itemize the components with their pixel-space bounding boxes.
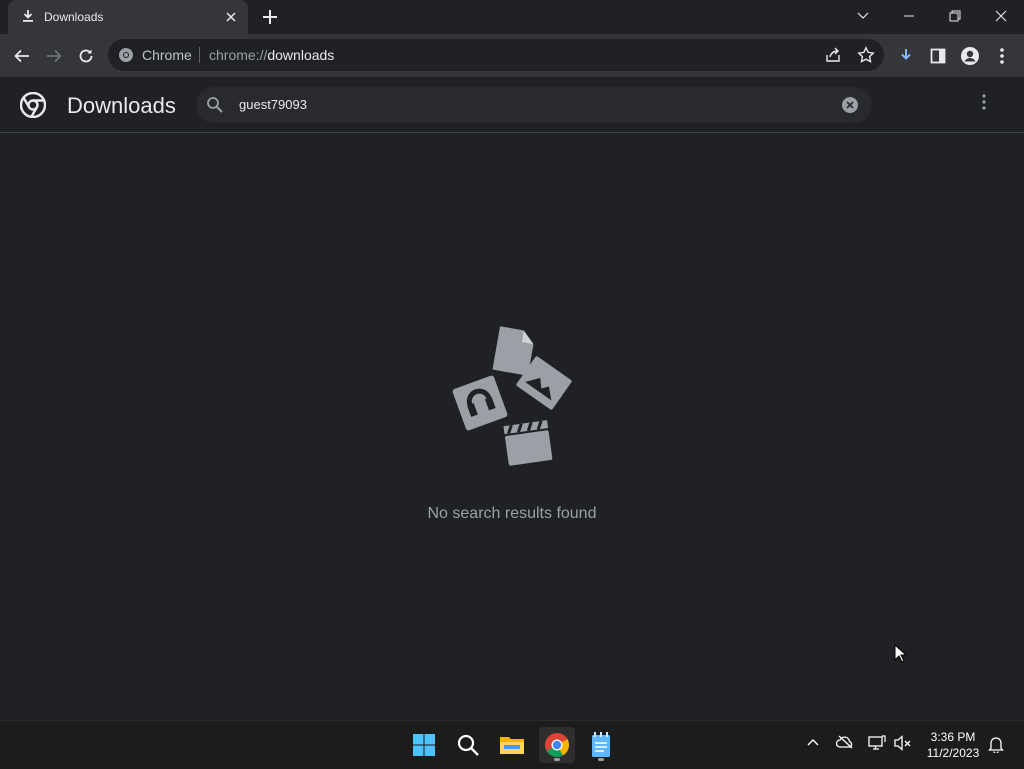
side-panel-icon[interactable] — [925, 43, 951, 69]
download-icon[interactable] — [893, 43, 919, 69]
downloads-header: Downloads guest79093 — [0, 77, 1024, 133]
no-downloads-illustration-icon — [444, 325, 580, 475]
clock-date: 11/2/2023 — [926, 746, 980, 760]
close-icon[interactable] — [222, 8, 240, 26]
forward-icon[interactable] — [41, 43, 67, 69]
chrome-site-icon — [118, 47, 134, 63]
url-host: downloads — [267, 47, 335, 63]
chevron-down-icon[interactable] — [840, 0, 886, 32]
profile-icon[interactable] — [957, 43, 983, 69]
running-indicator — [598, 758, 604, 761]
notepad-icon[interactable] — [583, 727, 619, 763]
browser-toolbar: Chrome chrome://downloads — [0, 34, 1024, 77]
title-bar: Downloads — [0, 0, 1024, 34]
mouse-cursor-icon — [894, 644, 908, 664]
taskbar: 3:36 PM 11/2/2023 — [0, 720, 1024, 769]
onedrive-icon[interactable] — [836, 735, 854, 749]
search-icon[interactable] — [450, 727, 486, 763]
address-bar[interactable]: Chrome chrome://downloads — [108, 39, 884, 71]
share-icon[interactable] — [824, 46, 842, 64]
reload-icon[interactable] — [73, 43, 99, 69]
downloads-search-field[interactable]: guest79093 — [196, 87, 872, 123]
page-title: Downloads — [67, 93, 176, 118]
new-tab-button[interactable] — [260, 7, 280, 27]
search-icon — [206, 96, 224, 114]
downloads-empty-state: No search results found — [0, 133, 1024, 719]
empty-message: No search results found — [427, 505, 597, 522]
clear-search-icon[interactable] — [841, 96, 859, 114]
more-vert-icon[interactable] — [989, 43, 1015, 69]
restore-icon[interactable] — [932, 0, 978, 32]
windows-start-icon[interactable] — [406, 727, 442, 763]
download-icon — [21, 9, 35, 23]
file-explorer-icon[interactable] — [494, 727, 530, 763]
system-clock[interactable]: 3:36 PM 11/2/2023 — [918, 729, 988, 761]
url-scheme: chrome:// — [209, 47, 268, 63]
tab-downloads[interactable]: Downloads — [8, 0, 248, 34]
chrome-logo-icon — [20, 92, 46, 118]
search-input[interactable]: guest79093 — [239, 97, 307, 112]
omnibox-chip: Chrome — [142, 47, 192, 63]
chrome-icon[interactable] — [539, 727, 575, 763]
close-window-icon[interactable] — [978, 0, 1024, 32]
running-indicator — [554, 758, 560, 761]
volume-muted-icon[interactable] — [894, 735, 912, 751]
minimize-icon[interactable] — [886, 0, 932, 32]
tab-title: Downloads — [44, 10, 104, 24]
star-icon[interactable] — [857, 46, 875, 64]
bell-icon[interactable] — [988, 735, 1004, 753]
chevron-up-icon[interactable] — [806, 735, 820, 749]
url-text[interactable]: chrome://downloads — [209, 47, 334, 63]
network-icon[interactable] — [868, 735, 886, 751]
omnibox-separator — [199, 47, 200, 63]
clock-time: 3:36 PM — [930, 730, 976, 744]
back-icon[interactable] — [9, 43, 35, 69]
page-more-vert-icon[interactable] — [981, 93, 987, 111]
